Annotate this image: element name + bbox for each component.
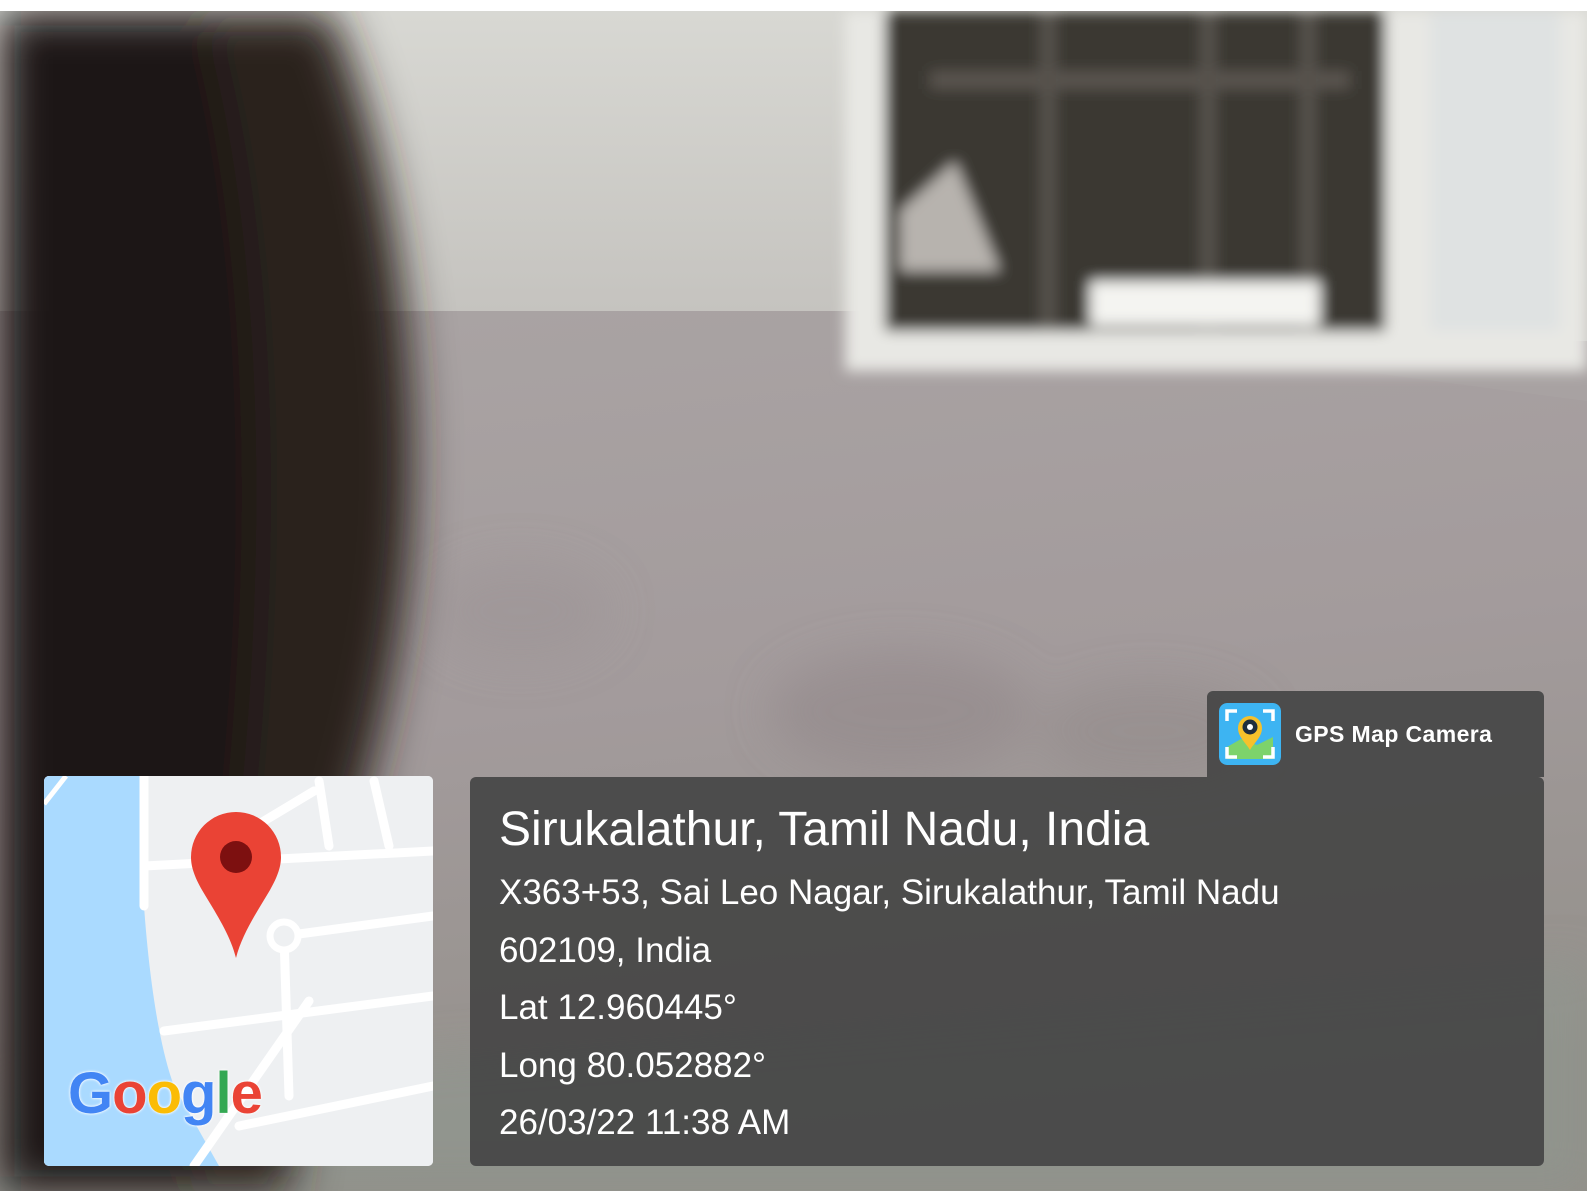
address-line-2: 602109, India <box>499 930 712 970</box>
google-logo: Google <box>68 1061 263 1126</box>
place-title: Sirukalathur, Tamil Nadu, India <box>499 803 1150 856</box>
location-pin-icon <box>191 812 281 958</box>
map-thumbnail[interactable]: Google <box>44 776 433 1166</box>
gps-map-camera-label: GPS Map Camera <box>1295 720 1493 747</box>
datetime-text: 26/03/22 11:38 AM <box>499 1103 791 1142</box>
gps-map-camera-logo-icon <box>1219 703 1281 765</box>
address-line-1: X363+53, Sai Leo Nagar, Sirukalathur, Ta… <box>499 873 1280 912</box>
gps-map-camera-badge: GPS Map Camera <box>1207 691 1544 777</box>
longitude-text: Long 80.052882° <box>499 1045 767 1085</box>
location-info-panel: Sirukalathur, Tamil Nadu, India X363+53,… <box>470 777 1544 1166</box>
latitude-text: Lat 12.960445° <box>499 988 737 1027</box>
